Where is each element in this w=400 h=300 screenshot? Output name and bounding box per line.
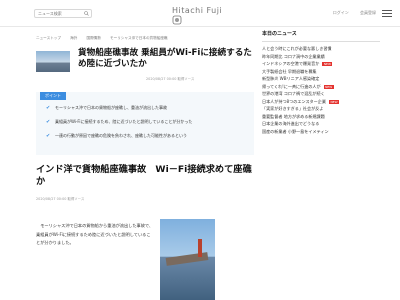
lead-article[interactable]: 貨物船座礁事故 乗組員がWi-Fiに接続するため陸に近づいたか 2020/08/…	[36, 48, 254, 86]
sidebar-item[interactable]: 昨年同期比 コロナ渦中の企業業績	[262, 53, 380, 61]
sidebar-item[interactable]: インドネシアの空港で爆発音か NEW	[262, 60, 380, 68]
sidebar-heading: 本日のニュース	[262, 31, 297, 37]
search-input[interactable]	[35, 10, 82, 17]
sidebar-item-text: 重要監督者 地方が求める新規課題	[262, 113, 325, 119]
site-logo[interactable]: Hitachi Fuji	[172, 6, 234, 25]
sidebar-item-text: 日本人が持つ8つのエンスター企業	[262, 98, 326, 104]
sidebar-item[interactable]: 世界の港湾 コロナ禍で混乱が続く	[262, 90, 380, 98]
top-bar: Hitachi Fuji ログイン 会員登録	[0, 0, 400, 27]
breadcrumb-item[interactable]: 海外	[70, 36, 77, 40]
summary-item: ✔ 一連の行動が原因で座礁の危険を負わされ、座礁した可能性があるという	[46, 133, 251, 147]
sidebar-item[interactable]: 重要監督者 地方が求める新規課題	[262, 113, 380, 121]
sidebar-item[interactable]: 人と会う時にこれが必要な悪しき習慣	[262, 45, 380, 53]
sidebar-item[interactable]: 新型肺炎 WBリニア人感染確定	[262, 75, 380, 83]
check-icon: ✔	[46, 119, 51, 125]
summary-text: モーリシャス沖で日本の貨物船が座礁し、重油が流出した事故	[55, 105, 167, 110]
sidebar-item[interactable]: 「実家が好きすぎる」社会が反よ	[262, 105, 380, 113]
summary-badge: ポイント	[40, 92, 66, 100]
check-icon: ✔	[46, 105, 51, 111]
summary-box: ポイント ✔ モーリシャス沖で日本の貨物船が座礁し、重油が流出した事故 ✔ 乗組員が…	[36, 92, 254, 155]
summary-item: ✔ 乗組員がWi-Fiに接続するため、陸に近づいたと説明していることが分かった	[46, 119, 251, 133]
breadcrumb-item[interactable]: 国際情勢	[86, 36, 100, 40]
sidebar-item[interactable]: 大手製紙会社 早期退職を募集	[262, 68, 380, 76]
sidebar-item[interactable]: 日本人が持つ8つのエンスター企業 NEW	[262, 98, 380, 106]
lead-thumbnail[interactable]	[36, 51, 70, 72]
sidebar-item[interactable]: 帰ってくれ!に一斉に行進の人が NEW	[262, 83, 380, 91]
menu-icon[interactable]	[382, 8, 392, 17]
sidebar-item-text: 人と会う時にこれが必要な悪しき習慣	[262, 46, 332, 51]
sidebar-item-text: 日本企業の海外進出でどうなる	[262, 121, 320, 126]
sidebar-item-text: 「実家が好きすぎる」社会が反よ	[262, 106, 324, 111]
logo-mark-icon	[172, 15, 182, 25]
article-headline: インド洋で貨物船座礁事故 Wi－Fi接続求めて座礁か	[36, 164, 252, 187]
breadcrumb-item[interactable]: ニューストップ	[36, 36, 61, 40]
check-icon: ✔	[46, 133, 51, 139]
sidebar-item[interactable]: 国産の新業者 小野一島をイメティン	[262, 128, 380, 136]
sidebar-item-text: 昨年同期比 コロナ渦中の企業業績	[262, 53, 325, 59]
sidebar-list: 人と会う時にこれが必要な悪しき習慣 昨年同期比 コロナ渦中の企業業績 インドネシアの…	[262, 45, 380, 135]
signup-link[interactable]: 会員登録	[360, 10, 376, 15]
sidebar-item-text: 国産の新業者 小野一島をイメティン	[262, 128, 329, 134]
search-box[interactable]	[34, 9, 92, 18]
new-badge: NEW	[322, 62, 333, 66]
breadcrumb: ニューストップ 海外 国際情勢 モーリシャス沖で日本の貨物船座礁	[36, 36, 176, 41]
search-icon[interactable]	[84, 11, 89, 16]
sidebar-item-text: インドネシアの空港で爆発音か	[262, 61, 320, 66]
sidebar-item-text: 世界の港湾 コロナ禍で混乱が続く	[262, 91, 325, 96]
breadcrumb-item: モーリシャス沖で日本の貨物船座礁	[110, 36, 168, 40]
summary-text: 乗組員がWi-Fiに接続するため、陸に近づいたと説明していることが分かった	[55, 119, 193, 124]
lead-title[interactable]: 貨物船座礁事故 乗組員がWi-Fiに接続するため陸に近づいたか	[78, 48, 254, 70]
logo-text: Hitachi Fuji	[172, 6, 223, 15]
new-badge: NEW	[323, 84, 334, 89]
sidebar-item[interactable]: 日本企業の海外進出でどうなる	[262, 120, 380, 128]
summary-item: ✔ モーリシャス沖で日本の貨物船が座礁し、重油が流出した事故	[46, 105, 251, 119]
top-links: ログイン 会員登録	[323, 10, 376, 16]
article-body: モーリシャス沖で日本の貨物船から重油が流出した事故で、乗組員がWi-Fiに接続す…	[36, 223, 154, 245]
article-photo[interactable]	[160, 219, 215, 300]
new-badge: NEW	[328, 99, 340, 104]
sidebar: 本日のニュース 人と会う時にこれが必要な悪しき習慣 昨年同期比 コロナ渦中の企業業…	[262, 30, 380, 135]
login-link[interactable]: ログイン	[333, 10, 349, 15]
sidebar-item-text: 帰ってくれ!に一斉に行進の人が	[262, 83, 321, 89]
sidebar-item-text: 新型肺炎 WBリニア人感染確定	[262, 76, 320, 81]
sidebar-divider	[262, 41, 380, 42]
summary-text: 一連の行動が原因で座礁の危険を負わされ、座礁した可能性があるという	[55, 133, 188, 138]
lead-date: 2020/08/27 00:00 取得ソース	[146, 77, 195, 81]
article-meta: 2020/08/27 00:00 取得ソース	[36, 197, 85, 201]
sidebar-item-text: 大手製紙会社 早期退職を募集	[262, 68, 317, 74]
tower-graphic	[198, 239, 202, 257]
